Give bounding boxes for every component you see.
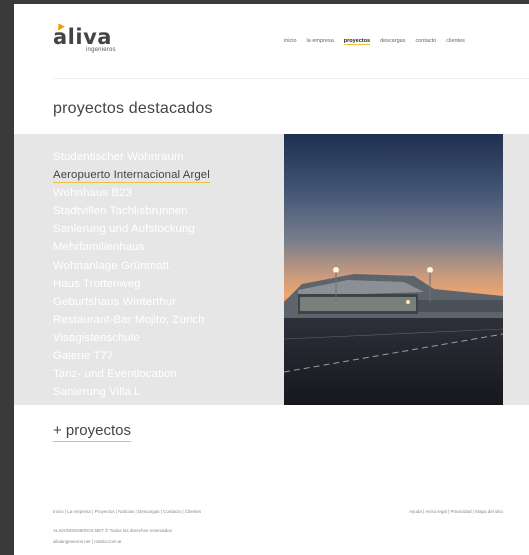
nav-item-proyectos[interactable]: proyectos <box>343 38 371 45</box>
section-title: proyectos destacados <box>53 100 213 117</box>
project-item[interactable]: Sanierung Villa L <box>53 383 210 401</box>
nav-item-la-empresa[interactable]: la empresa <box>307 38 334 45</box>
project-item-label: Aeropuerto Internacional Argel <box>53 169 210 184</box>
page: aliva ingenieros inicio la empresa proye… <box>14 4 529 555</box>
project-item[interactable]: Visagistenschule <box>53 329 210 347</box>
project-item[interactable]: Sanierung und Aufstockung <box>53 220 210 238</box>
nav-item-clientes[interactable]: clientes <box>446 38 465 45</box>
project-item-label: Sanierung und Aufstockung <box>53 223 195 236</box>
footer-nav[interactable]: Inicio | La empresa | Proyectos | Notici… <box>53 509 201 514</box>
project-item-label: Geburtshaus Winterthur <box>53 295 177 308</box>
nav-item-contacto[interactable]: contacto <box>415 38 436 45</box>
project-item[interactable]: Tanz- und Eventlocation <box>53 365 210 383</box>
project-item-label: Wohnanlage Grünmatt <box>53 259 170 272</box>
project-item[interactable]: Wohnhaus B23 <box>53 184 210 202</box>
projects-gallery: Studentischer Wohnraum Aeropuerto Intern… <box>14 134 529 405</box>
project-item-label: Galerie T77 <box>53 350 114 363</box>
logo-wordmark: aliva <box>53 25 112 49</box>
project-item-label: Restaurant-Bar Mojito, Zürich <box>53 313 205 326</box>
project-item-label: Sanierung Villa L <box>53 386 141 399</box>
project-item-label: Haus Trottenweg <box>53 277 141 290</box>
footer-copyright: ALIVAINGENIEROS.NET © Todos los derechos… <box>53 528 172 533</box>
main-nav: inicio la empresa proyectos descargas co… <box>284 38 475 45</box>
logo-subtitle: ingenieros <box>86 47 116 53</box>
project-item-label: Tanz- und Eventlocation <box>53 368 177 381</box>
logo[interactable]: aliva ingenieros <box>53 21 133 61</box>
project-item[interactable]: Geburtshaus Winterthur <box>53 293 210 311</box>
project-item-label: Wohnhaus B23 <box>53 187 132 200</box>
more-projects-label: + proyectos <box>53 422 131 442</box>
nav-item-descargas[interactable]: descargas <box>380 38 405 45</box>
project-item[interactable]: Stadtvillen Tachlisbrunnen <box>53 202 210 220</box>
project-item[interactable]: Restaurant-Bar Mojito, Zürich <box>53 311 210 329</box>
project-item-label: Visagistenschule <box>53 331 140 344</box>
project-item[interactable]: Haus Trottenweg <box>53 275 210 293</box>
project-item-active[interactable]: Aeropuerto Internacional Argel <box>53 166 210 184</box>
footer-sites[interactable]: alivaingenieros.net | matria.com.ar <box>53 539 122 544</box>
project-item[interactable]: Galerie T77 <box>53 347 210 365</box>
airport-terminal-image <box>284 267 503 405</box>
more-projects-link[interactable]: + proyectos <box>53 422 131 442</box>
project-item-label: Mehrfamilienhaus <box>53 241 145 254</box>
project-photo[interactable] <box>284 134 503 405</box>
project-item-label: Stadtvillen Tachlisbrunnen <box>53 205 188 218</box>
project-item[interactable]: Mehrfamilienhaus <box>53 238 210 256</box>
project-list: Studentischer Wohnraum Aeropuerto Intern… <box>53 148 210 401</box>
project-item[interactable]: Studentischer Wohnraum <box>53 148 210 166</box>
project-item-label: Studentischer Wohnraum <box>53 151 184 163</box>
footer-legal[interactable]: Ayuda | Aviso legal | Privacidad | Mapa … <box>409 509 503 514</box>
nav-item-inicio[interactable]: inicio <box>284 38 297 45</box>
project-item[interactable]: Wohnanlage Grünmatt <box>53 257 210 275</box>
header-divider <box>53 78 529 79</box>
